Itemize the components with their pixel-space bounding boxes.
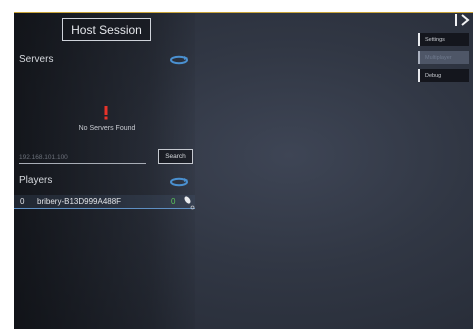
player-name: bribery-B13D999A488F xyxy=(37,197,122,206)
no-servers-message: No Servers Found xyxy=(78,125,136,132)
player-count: 0 xyxy=(171,197,176,206)
multiplayer-panel: Host Session Servers No Servers Found Se… xyxy=(14,13,195,329)
ip-address-input[interactable] xyxy=(19,151,146,164)
tab-multiplayer[interactable]: Multiplayer xyxy=(418,51,469,64)
collapse-chevron-icon[interactable] xyxy=(454,13,472,27)
players-title: Players xyxy=(19,175,53,186)
tab-settings[interactable]: Settings xyxy=(418,33,469,46)
player-row[interactable]: 0 bribery-B13D999A488F 0 xyxy=(14,195,195,211)
player-index: 0 xyxy=(20,197,25,206)
search-button[interactable]: Search xyxy=(158,149,193,164)
microphone-icon[interactable] xyxy=(183,195,195,211)
servers-title: Servers xyxy=(19,54,54,65)
tab-debug[interactable]: Debug xyxy=(418,69,469,82)
players-refresh-icon[interactable] xyxy=(169,177,189,187)
host-session-button[interactable]: Host Session xyxy=(62,18,151,41)
exclamation-icon xyxy=(103,106,109,120)
servers-refresh-icon[interactable] xyxy=(169,55,189,65)
game-viewport: Host Session Servers No Servers Found Se… xyxy=(14,12,473,329)
